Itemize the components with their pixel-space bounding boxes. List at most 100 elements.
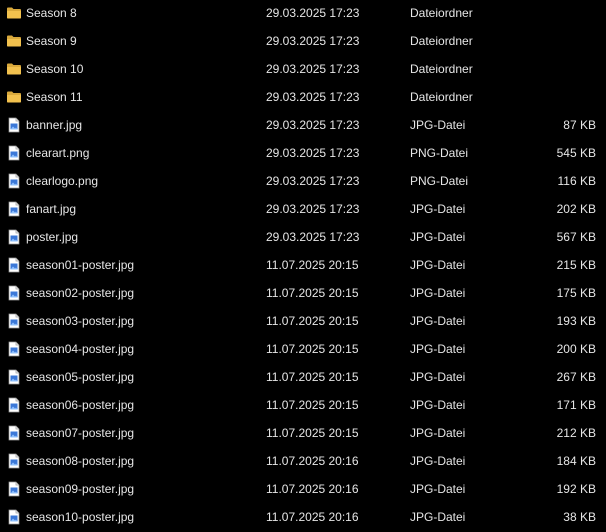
file-size: 545 KB [556, 146, 596, 160]
file-name: Season 9 [26, 34, 77, 48]
file-row[interactable]: season09-poster.jpg 11.07.2025 20:16 JPG-D… [0, 476, 606, 504]
file-name: season09-poster.jpg [26, 482, 135, 496]
image-file-icon [6, 313, 22, 329]
image-file-icon [6, 453, 22, 469]
file-name: poster.jpg [26, 230, 79, 244]
image-file-icon [6, 341, 22, 357]
file-row[interactable]: season01-poster.jpg 11.07.2025 20:15 JPG-D… [0, 252, 606, 280]
file-row[interactable]: banner.jpg 29.03.2025 17:23 JPG-Datei 87 KB [0, 112, 606, 140]
file-row[interactable]: fanart.jpg 29.03.2025 17:23 JPG-Datei 202 K… [0, 196, 606, 224]
file-type: JPG-Datei [410, 258, 466, 272]
image-file-icon [6, 369, 22, 385]
file-name: fanart.jpg [26, 202, 77, 216]
file-date-modified: 11.07.2025 20:15 [266, 370, 359, 384]
file-size: 38 KB [563, 510, 596, 524]
file-size: 215 KB [556, 258, 596, 272]
file-row[interactable]: clearart.png 29.03.2025 17:23 PNG-Datei 545… [0, 140, 606, 168]
file-name: season01-poster.jpg [26, 258, 135, 272]
file-type: JPG-Datei [410, 482, 466, 496]
file-type: Dateiordner [410, 62, 473, 76]
folder-row[interactable]: Season 10 29.03.2025 17:23 Dateiordner [0, 56, 606, 84]
file-date-modified: 29.03.2025 17:23 [266, 34, 360, 48]
file-name: season10-poster.jpg [26, 510, 135, 524]
image-file-icon [6, 285, 22, 301]
file-size: 267 KB [556, 370, 596, 384]
file-date-modified: 11.07.2025 20:15 [266, 258, 359, 272]
file-size: 202 KB [556, 202, 596, 216]
file-size: 116 KB [557, 174, 596, 188]
file-type: Dateiordner [410, 34, 473, 48]
file-type: JPG-Datei [410, 230, 466, 244]
file-size: 567 KB [556, 230, 596, 244]
file-name: clearart.png [26, 146, 90, 160]
file-date-modified: 29.03.2025 17:23 [266, 90, 360, 104]
folder-row[interactable]: Season 9 29.03.2025 17:23 Dateiordner [0, 28, 606, 56]
file-date-modified: 29.03.2025 17:23 [266, 146, 360, 160]
folder-row[interactable]: Season 8 29.03.2025 17:23 Dateiordner [0, 0, 606, 28]
file-name: season06-poster.jpg [26, 398, 135, 412]
file-date-modified: 11.07.2025 20:15 [266, 286, 359, 300]
file-row[interactable]: season02-poster.jpg 11.07.2025 20:15 JPG-D… [0, 280, 606, 308]
image-file-icon [6, 481, 22, 497]
file-date-modified: 11.07.2025 20:15 [266, 314, 359, 328]
file-date-modified: 29.03.2025 17:23 [266, 6, 360, 20]
file-type: PNG-Datei [410, 174, 469, 188]
file-list: Season 8 29.03.2025 17:23 Dateiordner Seaso… [0, 0, 606, 530]
file-size: 212 KB [556, 426, 596, 440]
file-name: Season 8 [26, 6, 77, 20]
file-name: clearlogo.png [26, 174, 99, 188]
file-size: 87 KB [563, 118, 596, 132]
file-name: season07-poster.jpg [26, 426, 135, 440]
file-row[interactable]: season08-poster.jpg 11.07.2025 20:16 JPG-D… [0, 448, 606, 476]
file-date-modified: 11.07.2025 20:16 [266, 482, 359, 496]
folder-row[interactable]: Season 11 29.03.2025 17:23 Dateiordner [0, 84, 606, 112]
file-date-modified: 11.07.2025 20:15 [266, 398, 359, 412]
file-name: season02-poster.jpg [26, 286, 135, 300]
file-row[interactable]: season06-poster.jpg 11.07.2025 20:15 JPG-D… [0, 392, 606, 420]
file-type: Dateiordner [410, 90, 473, 104]
image-file-icon [6, 257, 22, 273]
file-type: JPG-Datei [410, 454, 466, 468]
file-row[interactable]: season05-poster.jpg 11.07.2025 20:15 JPG-D… [0, 364, 606, 392]
file-name: season04-poster.jpg [26, 342, 135, 356]
file-type: Dateiordner [410, 6, 473, 20]
file-type: JPG-Datei [410, 314, 466, 328]
file-date-modified: 29.03.2025 17:23 [266, 118, 360, 132]
file-name: Season 10 [26, 62, 84, 76]
file-type: JPG-Datei [410, 398, 466, 412]
image-file-icon [6, 229, 22, 245]
file-date-modified: 29.03.2025 17:23 [266, 62, 360, 76]
folder-icon [6, 33, 22, 49]
file-size: 192 KB [556, 482, 596, 496]
file-size: 175 KB [556, 286, 596, 300]
file-row[interactable]: poster.jpg 29.03.2025 17:23 JPG-Datei 567 K… [0, 224, 606, 252]
file-type: JPG-Datei [410, 370, 466, 384]
file-date-modified: 29.03.2025 17:23 [266, 230, 360, 244]
folder-icon [6, 61, 22, 77]
folder-icon [6, 5, 22, 21]
file-name: season05-poster.jpg [26, 370, 135, 384]
folder-icon [6, 89, 22, 105]
file-name: banner.jpg [26, 118, 83, 132]
image-file-icon [6, 509, 22, 525]
file-size: 200 KB [556, 342, 596, 356]
file-size: 193 KB [556, 314, 596, 328]
file-date-modified: 11.07.2025 20:15 [266, 426, 359, 440]
file-type: JPG-Datei [410, 286, 466, 300]
file-type: JPG-Datei [410, 118, 466, 132]
image-file-icon [6, 173, 22, 189]
file-date-modified: 11.07.2025 20:16 [266, 510, 359, 524]
file-size: 171 KB [556, 398, 596, 412]
image-file-icon [6, 145, 22, 161]
file-type: JPG-Datei [410, 202, 466, 216]
image-file-icon [6, 397, 22, 413]
file-type: PNG-Datei [410, 146, 469, 160]
file-row[interactable]: clearlogo.png 29.03.2025 17:23 PNG-Datei 11… [0, 168, 606, 196]
file-size: 184 KB [556, 454, 596, 468]
file-row[interactable]: season03-poster.jpg 11.07.2025 20:15 JPG-D… [0, 308, 606, 336]
file-row[interactable]: season07-poster.jpg 11.07.2025 20:15 JPG-D… [0, 420, 606, 448]
file-row[interactable]: season10-poster.jpg 11.07.2025 20:16 JPG-D… [0, 504, 606, 532]
file-date-modified: 11.07.2025 20:16 [266, 454, 359, 468]
image-file-icon [6, 201, 22, 217]
file-row[interactable]: season04-poster.jpg 11.07.2025 20:15 JPG-D… [0, 336, 606, 364]
